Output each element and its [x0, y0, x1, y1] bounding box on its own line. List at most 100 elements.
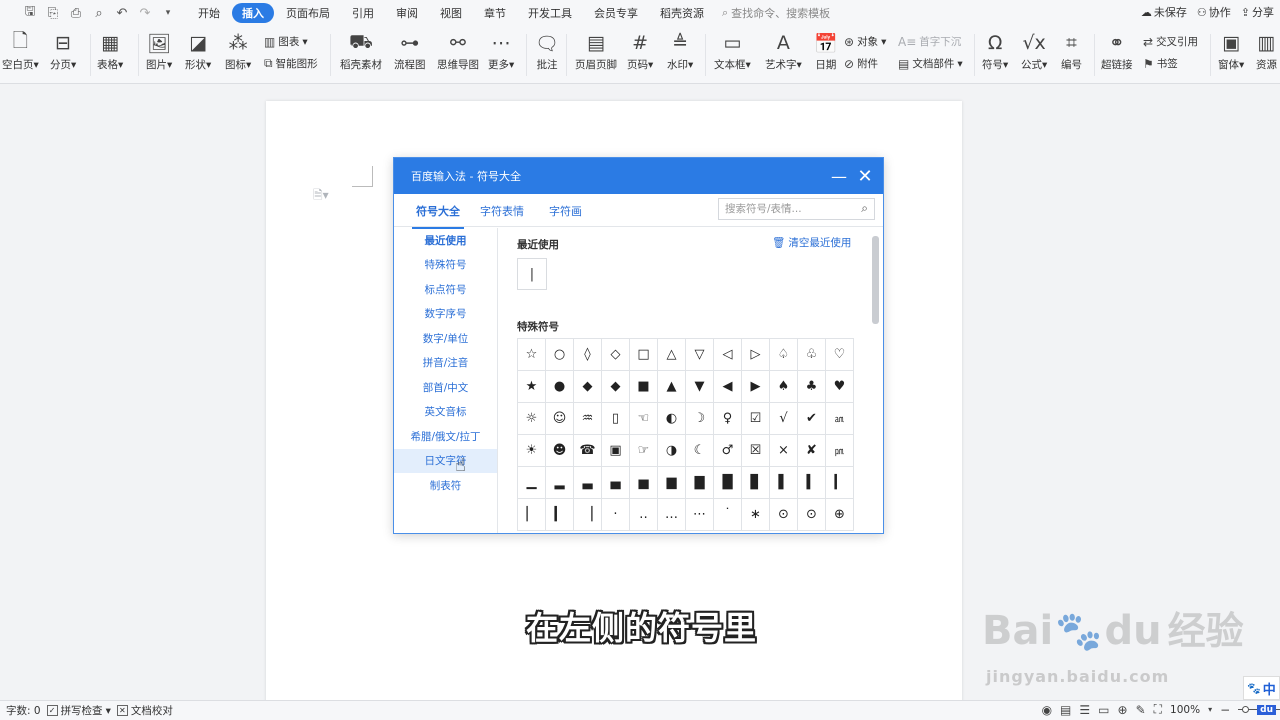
- page-break-button[interactable]: ⊟ 分页▾: [50, 30, 76, 72]
- more-icon[interactable]: ▾: [158, 3, 178, 23]
- symbol-cell[interactable]: ○: [546, 339, 574, 371]
- symbol-cell[interactable]: ☒: [742, 435, 770, 467]
- redo-icon[interactable]: ↷: [135, 3, 155, 23]
- symbol-cell[interactable]: ⋯: [686, 499, 714, 531]
- header-footer-button[interactable]: ▤ 页眉页脚: [575, 30, 617, 72]
- symbol-cell[interactable]: ✘: [798, 435, 826, 467]
- formula-button[interactable]: √x 公式▾: [1021, 30, 1047, 72]
- symbol-cell[interactable]: △: [658, 339, 686, 371]
- tab-member[interactable]: 会员专享: [584, 3, 648, 23]
- attachment-button[interactable]: ⊘ 附件: [844, 56, 878, 71]
- symbol-cell[interactable]: ♠: [770, 371, 798, 403]
- cross-ref-button[interactable]: ⇄ 交叉引用: [1143, 34, 1198, 49]
- symbol-cell[interactable]: ▕: [574, 499, 602, 531]
- collab-button[interactable]: ⚇ 协作: [1197, 4, 1231, 20]
- recent-symbol[interactable]: |: [517, 258, 547, 290]
- symbol-cell[interactable]: ∗: [742, 499, 770, 531]
- symbol-cell[interactable]: ▎: [546, 499, 574, 531]
- category-radicals[interactable]: 部首/中文: [394, 375, 497, 400]
- symbol-cell[interactable]: ⊙: [798, 499, 826, 531]
- symbol-cell[interactable]: ▲: [658, 371, 686, 403]
- chart-button[interactable]: ▥ 图表 ▾: [264, 34, 308, 49]
- tab-symbols[interactable]: 符号大全: [412, 203, 464, 229]
- symbol-cell[interactable]: ☻: [546, 435, 574, 467]
- outline-view-icon[interactable]: ☰: [1079, 703, 1090, 717]
- doc-parts-button[interactable]: ▤ 文档部件 ▾: [898, 56, 963, 71]
- resource-button[interactable]: ▥ 资源: [1256, 30, 1277, 72]
- symbol-cell[interactable]: ㏘: [826, 435, 854, 467]
- symbol-cell[interactable]: ˙: [714, 499, 742, 531]
- symbol-cell[interactable]: ▎: [826, 467, 854, 499]
- print-preview-icon[interactable]: ⌕: [89, 3, 109, 23]
- watermark-button[interactable]: ≜ 水印▾: [667, 30, 693, 72]
- symbol-cell[interactable]: ♂: [714, 435, 742, 467]
- unsaved-button[interactable]: ☁ 未保存: [1141, 4, 1187, 20]
- web-view-icon[interactable]: ⊕: [1118, 703, 1128, 717]
- pen-icon[interactable]: ✎: [1136, 703, 1146, 717]
- command-search[interactable]: ⌕ 查找命令、搜索模板: [722, 5, 830, 21]
- date-button[interactable]: 📅 日期: [814, 30, 838, 72]
- tab-review[interactable]: 审阅: [386, 3, 428, 23]
- more-button[interactable]: ⋯ 更多▾: [488, 30, 514, 72]
- page-view-icon[interactable]: ▤: [1060, 703, 1071, 717]
- bookmark-button[interactable]: ⚑ 书签: [1143, 56, 1178, 71]
- ime-indicator[interactable]: 🐾 中: [1243, 676, 1280, 700]
- symbol-cell[interactable]: ♒: [574, 403, 602, 435]
- symbol-cell[interactable]: □: [630, 339, 658, 371]
- undo-icon[interactable]: ↶: [112, 3, 132, 23]
- symbol-cell[interactable]: ◁: [714, 339, 742, 371]
- tab-emoticons[interactable]: 字符表情: [480, 203, 524, 219]
- share-button[interactable]: ⇪ 分享: [1241, 4, 1274, 20]
- zoom-level[interactable]: 100%: [1170, 704, 1200, 716]
- search-icon[interactable]: ⌕: [861, 201, 868, 216]
- print-icon[interactable]: ⎙: [66, 3, 86, 23]
- symbol-cell[interactable]: ⊕: [826, 499, 854, 531]
- symbol-cell[interactable]: ◊: [574, 339, 602, 371]
- symbol-cell[interactable]: ▶: [742, 371, 770, 403]
- tab-page-layout[interactable]: 页面布局: [276, 3, 340, 23]
- symbol-cell[interactable]: ★: [518, 371, 546, 403]
- symbol-search-input[interactable]: [725, 203, 857, 215]
- symbol-cell[interactable]: █: [714, 467, 742, 499]
- baidu-du-icon[interactable]: du: [1257, 704, 1276, 715]
- dialog-scrollbar[interactable]: [872, 236, 879, 324]
- symbol-cell[interactable]: ☑: [742, 403, 770, 435]
- category-japanese[interactable]: 日文字符: [394, 448, 497, 473]
- blank-page-button[interactable]: 🗋 空白页▾: [2, 30, 39, 72]
- tab-insert[interactable]: 插入: [232, 3, 274, 23]
- symbol-cell[interactable]: ▼: [686, 371, 714, 403]
- textbox-button[interactable]: ▭ 文本框▾: [714, 30, 751, 72]
- tab-ascii-art[interactable]: 字符画: [549, 203, 582, 219]
- category-pinyin[interactable]: 拼音/注音: [394, 351, 497, 376]
- spell-check-button[interactable]: ✓ 拼写检查 ▾: [46, 703, 111, 718]
- symbol-cell[interactable]: ▷: [742, 339, 770, 371]
- symbol-cell[interactable]: ☆: [518, 339, 546, 371]
- zoom-out-icon[interactable]: −: [1220, 703, 1230, 717]
- zoom-slider-thumb[interactable]: [1242, 706, 1250, 713]
- symbol-cell[interactable]: ⊙: [770, 499, 798, 531]
- minimize-icon[interactable]: —: [829, 166, 849, 186]
- symbol-cell[interactable]: ✔: [798, 403, 826, 435]
- symbol-cell[interactable]: ☾: [686, 435, 714, 467]
- tab-view[interactable]: 视图: [430, 3, 472, 23]
- symbol-cell[interactable]: ◐: [658, 403, 686, 435]
- symbol-button[interactable]: Ω 符号▾: [982, 30, 1008, 72]
- symbol-cell[interactable]: ☼: [518, 403, 546, 435]
- flowchart-button[interactable]: ⊶ 流程图: [394, 30, 426, 72]
- hyperlink-button[interactable]: ⚭ 超链接: [1101, 30, 1133, 72]
- symbol-cell[interactable]: ☺: [546, 403, 574, 435]
- shape-button[interactable]: ◪ 形状▾: [185, 30, 211, 72]
- read-view-icon[interactable]: ▭: [1098, 703, 1109, 717]
- category-units[interactable]: 数字/单位: [394, 326, 497, 351]
- symbol-cell[interactable]: ▌: [770, 467, 798, 499]
- tab-home[interactable]: 开始: [188, 3, 230, 23]
- word-count[interactable]: 字数: 0: [6, 703, 41, 718]
- fit-page-icon[interactable]: ⛶: [1154, 702, 1162, 717]
- symbol-cell[interactable]: ▽: [686, 339, 714, 371]
- symbol-cell[interactable]: …: [658, 499, 686, 531]
- tab-developer[interactable]: 开发工具: [518, 3, 582, 23]
- symbol-cell[interactable]: ▯: [602, 403, 630, 435]
- wordart-button[interactable]: A 艺术字▾: [765, 30, 802, 72]
- close-icon[interactable]: ✕: [855, 166, 875, 187]
- symbol-cell[interactable]: ▍: [798, 467, 826, 499]
